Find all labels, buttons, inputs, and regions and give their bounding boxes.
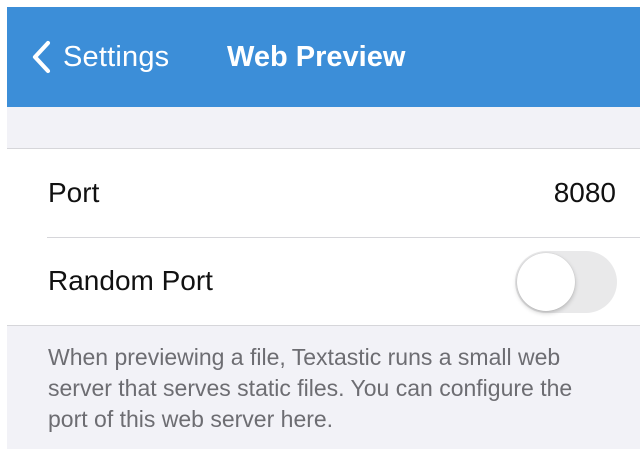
page-title: Web Preview <box>227 41 406 73</box>
random-port-label: Random Port <box>48 265 213 296</box>
port-label: Port <box>48 177 100 208</box>
settings-group: Port 8080 Random Port <box>7 148 640 326</box>
port-row[interactable]: Port 8080 <box>7 149 640 238</box>
random-port-row: Random Port <box>7 237 640 325</box>
back-button-label: Settings <box>63 40 170 73</box>
settings-screen: Settings Web Preview Port 8080 Random Po… <box>7 7 640 449</box>
navigation-bar: Settings Web Preview <box>7 7 640 107</box>
section-footer: When previewing a file, Textastic runs a… <box>48 344 573 432</box>
chevron-left-icon <box>31 40 51 74</box>
toggle-knob <box>517 253 575 311</box>
random-port-toggle[interactable] <box>515 251 617 313</box>
back-button[interactable]: Settings <box>31 35 169 79</box>
port-value: 8080 <box>553 177 616 208</box>
